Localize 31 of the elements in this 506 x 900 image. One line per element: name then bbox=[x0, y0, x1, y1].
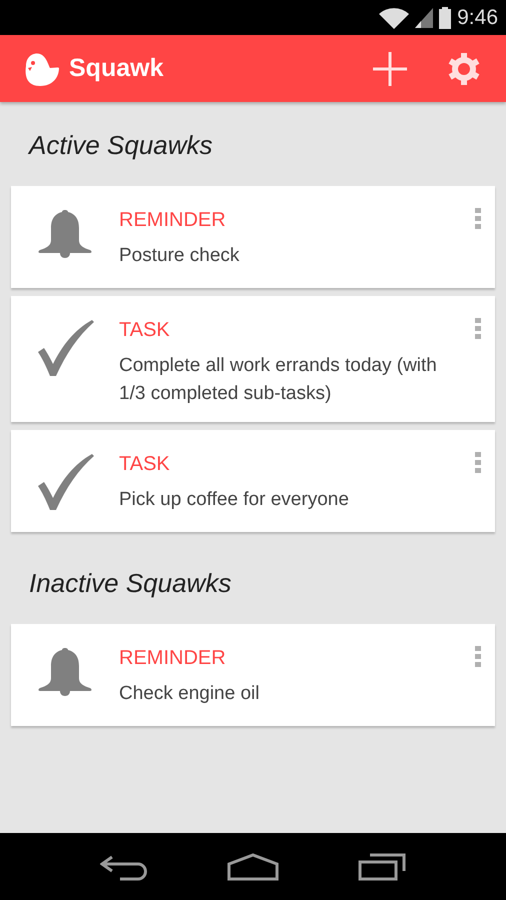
squawk-card[interactable]: TASK Pick up coffee for everyone bbox=[11, 430, 495, 532]
wifi-icon bbox=[379, 6, 410, 28]
bell-icon bbox=[38, 210, 92, 258]
squawk-type: TASK bbox=[119, 452, 171, 477]
squawk-card[interactable]: REMINDER Check engine oil bbox=[11, 624, 495, 726]
squawk-type: REMINDER bbox=[119, 208, 227, 233]
plus-icon bbox=[373, 52, 407, 86]
section-heading: Active Squawks bbox=[26, 129, 214, 162]
squawk-description: Check engine oil bbox=[119, 682, 260, 706]
recent-apps-icon[interactable] bbox=[358, 852, 406, 880]
home-icon[interactable] bbox=[226, 852, 279, 880]
status-time: 9:46 bbox=[457, 4, 498, 31]
section-heading: Inactive Squawks bbox=[28, 567, 232, 600]
signal-icon bbox=[415, 8, 434, 28]
bell-icon bbox=[38, 648, 92, 696]
battery-icon bbox=[439, 6, 452, 28]
squawk-type: REMINDER bbox=[119, 646, 227, 671]
overflow-menu-icon[interactable] bbox=[475, 318, 481, 339]
checkmark-icon bbox=[36, 320, 94, 378]
squawk-card[interactable]: TASK Complete all work errands today (with 1/3 completed sub-tasks) bbox=[11, 296, 495, 422]
squawk-description: Posture check bbox=[119, 244, 240, 268]
overflow-menu-icon[interactable] bbox=[475, 208, 481, 229]
app-title: Squawk bbox=[69, 52, 164, 84]
squawk-description: Complete all work errands today (with 1/3 completed sub-tasks) bbox=[119, 354, 438, 406]
overflow-menu-icon[interactable] bbox=[475, 452, 481, 473]
squawk-description: Pick up coffee for everyone bbox=[119, 488, 350, 512]
squawk-card[interactable]: REMINDER Posture check bbox=[11, 186, 495, 288]
settings-icon bbox=[448, 52, 480, 84]
squawk-type: TASK bbox=[119, 318, 171, 343]
checkmark-icon bbox=[36, 454, 94, 512]
overflow-menu-icon[interactable] bbox=[475, 646, 481, 667]
